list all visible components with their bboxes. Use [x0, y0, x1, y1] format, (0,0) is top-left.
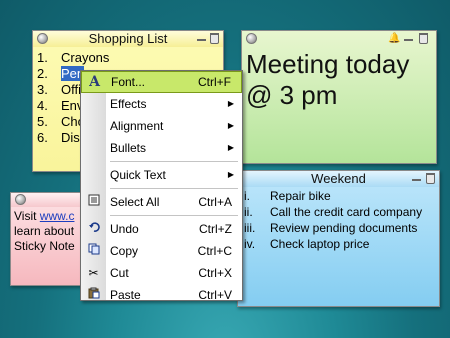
meeting-note[interactable]: 🔔 Meeting today @ 3 pm: [241, 30, 437, 164]
menu-item-undo[interactable]: Undo Ctrl+Z: [81, 218, 242, 240]
menu-item-select-all[interactable]: Select All Ctrl+A: [81, 191, 242, 213]
menu-separator: [110, 161, 238, 162]
menu-item-copy[interactable]: Copy Ctrl+C: [81, 240, 242, 262]
trash-icon[interactable]: [210, 33, 219, 44]
note-pin-icon[interactable]: [246, 33, 257, 44]
submenu-arrow-icon: ▶: [227, 170, 234, 179]
note-title-bar[interactable]: 🔔: [242, 31, 436, 47]
note-title-bar[interactable]: Weekend: [238, 171, 439, 187]
copy-icon: [81, 240, 106, 262]
visit-note[interactable]: Visit www.c learn about Sticky Note: [10, 192, 88, 286]
minimize-icon[interactable]: [404, 33, 413, 41]
minimize-icon[interactable]: [412, 173, 421, 181]
context-menu: A Font... Ctrl+F Effects ▶ Alignment ▶ B…: [80, 70, 243, 302]
submenu-arrow-icon: ▶: [227, 121, 234, 130]
note-title-bar[interactable]: Shopping List: [33, 31, 223, 47]
minimize-icon[interactable]: [197, 33, 206, 41]
menu-item-effects[interactable]: Effects ▶: [81, 93, 242, 115]
note-pin-icon[interactable]: [15, 194, 26, 205]
font-a-icon: A: [89, 74, 100, 90]
submenu-arrow-icon: ▶: [227, 99, 234, 108]
menu-separator: [110, 188, 238, 189]
menu-item-paste[interactable]: Paste Ctrl+V: [81, 284, 242, 306]
note-title: Weekend: [311, 171, 366, 186]
menu-item-font[interactable]: A Font... Ctrl+F: [81, 71, 242, 93]
menu-item-quick-text[interactable]: Quick Text ▶: [81, 164, 242, 186]
menu-item-cut[interactable]: ✂ Cut Ctrl+X: [81, 262, 242, 284]
select-all-icon: [81, 191, 106, 213]
list-item[interactable]: ii. Call the credit card company: [238, 204, 439, 220]
note-body[interactable]: Visit www.c learn about Sticky Note: [11, 207, 87, 254]
menu-item-alignment[interactable]: Alignment ▶: [81, 115, 242, 137]
undo-arrow-icon: [81, 218, 106, 240]
note-title-bar[interactable]: [11, 193, 87, 207]
menu-item-bullets[interactable]: Bullets ▶: [81, 137, 242, 159]
paste-icon: [81, 284, 106, 306]
scissors-icon: ✂: [88, 266, 99, 280]
weekend-note[interactable]: Weekend i. Repair bike ii. Call the credit…: [237, 170, 440, 307]
alarm-bell-icon[interactable]: 🔔: [388, 33, 400, 44]
note-pin-icon[interactable]: [37, 33, 48, 44]
note-title: Shopping List: [88, 31, 168, 46]
trash-icon[interactable]: [426, 173, 435, 184]
menu-separator: [110, 215, 238, 216]
weekend-items-list: i. Repair bike ii. Call the credit card co…: [238, 188, 439, 252]
list-item[interactable]: 1. Crayons: [33, 50, 223, 66]
submenu-arrow-icon: ▶: [227, 143, 234, 152]
list-item[interactable]: i. Repair bike: [238, 188, 439, 204]
note-body[interactable]: Meeting today @ 3 pm: [242, 47, 436, 111]
website-link[interactable]: www.c: [40, 209, 75, 223]
list-item[interactable]: iii. Review pending documents: [238, 220, 439, 236]
trash-icon[interactable]: [419, 33, 428, 44]
list-item[interactable]: iv. Check laptop price: [238, 236, 439, 252]
